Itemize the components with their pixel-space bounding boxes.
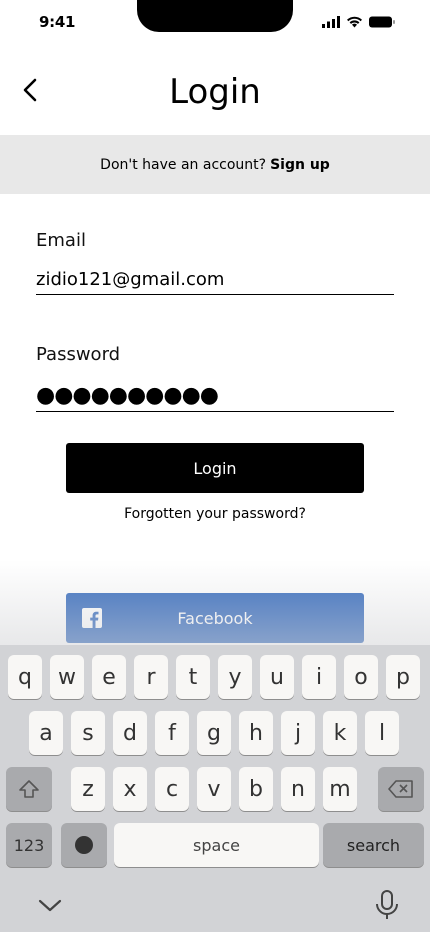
- key-l[interactable]: l: [365, 711, 399, 755]
- key-z[interactable]: z: [71, 767, 105, 811]
- status-bar: 9:41: [0, 0, 430, 48]
- key-d[interactable]: d: [113, 711, 147, 755]
- key-q[interactable]: q: [8, 655, 42, 699]
- key-p[interactable]: p: [386, 655, 420, 699]
- key-c[interactable]: c: [155, 767, 189, 811]
- battery-icon: [369, 16, 395, 28]
- circle-icon: [75, 836, 93, 854]
- password-label: Password: [36, 344, 121, 365]
- emoji-key[interactable]: [61, 823, 107, 867]
- status-time: 9:41: [39, 13, 76, 31]
- key-o[interactable]: o: [344, 655, 378, 699]
- key-j[interactable]: j: [281, 711, 315, 755]
- key-x[interactable]: x: [113, 767, 147, 811]
- shift-icon: [19, 780, 39, 798]
- key-f[interactable]: f: [155, 711, 189, 755]
- key-v[interactable]: v: [197, 767, 231, 811]
- header: Login: [0, 60, 430, 134]
- microphone-icon[interactable]: [374, 889, 400, 921]
- notch: [137, 0, 293, 32]
- key-b[interactable]: b: [239, 767, 273, 811]
- facebook-button-label: Facebook: [177, 608, 253, 628]
- numbers-key[interactable]: 123: [6, 823, 52, 867]
- key-y[interactable]: y: [218, 655, 252, 699]
- page-title: Login: [169, 72, 261, 112]
- key-m[interactable]: m: [323, 767, 357, 811]
- dismiss-keyboard-icon[interactable]: [37, 897, 63, 913]
- signal-icon: [322, 16, 340, 28]
- key-w[interactable]: w: [50, 655, 84, 699]
- key-r[interactable]: r: [134, 655, 168, 699]
- facebook-button[interactable]: Facebook: [66, 593, 364, 643]
- wifi-icon: [347, 16, 362, 28]
- email-label: Email: [36, 230, 86, 251]
- password-field[interactable]: ●●●●●●●●●●: [36, 385, 394, 412]
- key-i[interactable]: i: [302, 655, 336, 699]
- status-icons: [322, 16, 396, 28]
- key-a[interactable]: a: [29, 711, 63, 755]
- email-field[interactable]: zidio121@gmail.com: [36, 269, 394, 295]
- key-u[interactable]: u: [260, 655, 294, 699]
- key-t[interactable]: t: [176, 655, 210, 699]
- signup-bar: Don't have an account? Sign up: [0, 135, 430, 194]
- key-e[interactable]: e: [92, 655, 126, 699]
- key-h[interactable]: h: [239, 711, 273, 755]
- backspace-icon: [388, 780, 413, 798]
- key-g[interactable]: g: [197, 711, 231, 755]
- backspace-key[interactable]: [378, 767, 424, 811]
- signup-link[interactable]: Sign up: [270, 157, 330, 173]
- login-button[interactable]: Login: [66, 443, 364, 493]
- shift-key[interactable]: [6, 767, 52, 811]
- key-k[interactable]: k: [323, 711, 357, 755]
- search-key[interactable]: search: [323, 823, 424, 867]
- forgot-password-link[interactable]: Forgotten your password?: [0, 506, 430, 522]
- space-key[interactable]: space: [114, 823, 319, 867]
- key-n[interactable]: n: [281, 767, 315, 811]
- signup-prompt: Don't have an account?: [100, 156, 267, 173]
- key-s[interactable]: s: [71, 711, 105, 755]
- facebook-icon: [82, 608, 102, 628]
